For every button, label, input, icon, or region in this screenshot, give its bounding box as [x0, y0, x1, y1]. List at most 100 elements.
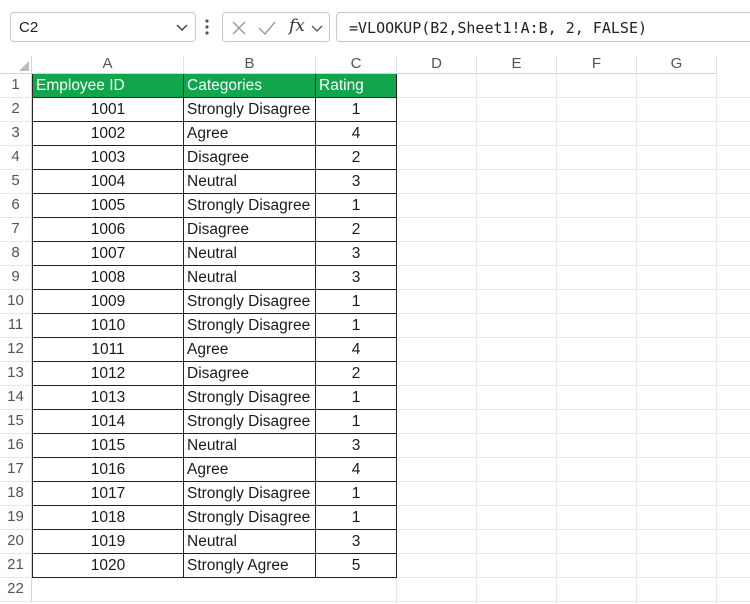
select-all-corner[interactable]	[0, 56, 32, 74]
table-cell[interactable]: Strongly Disagree	[184, 410, 316, 434]
table-cell[interactable]: Strongly Disagree	[184, 506, 316, 530]
table-cell[interactable]: 1006	[32, 218, 184, 242]
row-header-1[interactable]: 1	[0, 74, 32, 98]
row-header-9[interactable]: 9	[0, 266, 32, 290]
table-cell[interactable]: Agree	[184, 458, 316, 482]
table-cell[interactable]: 2	[316, 218, 397, 242]
formula-input[interactable]: =VLOOKUP(B2,Sheet1!A:B, 2, FALSE)	[336, 12, 750, 42]
chevron-down-icon[interactable]	[173, 18, 191, 36]
row-header-18[interactable]: 18	[0, 482, 32, 506]
column-header-f[interactable]: F	[557, 56, 637, 74]
table-cell[interactable]: 1	[316, 482, 397, 506]
table-cell[interactable]: 1001	[32, 98, 184, 122]
row-header-15[interactable]: 15	[0, 410, 32, 434]
table-cell[interactable]: Disagree	[184, 146, 316, 170]
fx-icon[interactable]: fx	[289, 16, 305, 36]
table-cell[interactable]: 1	[316, 290, 397, 314]
row-header-6[interactable]: 6	[0, 194, 32, 218]
table-cell[interactable]: 1	[316, 314, 397, 338]
column-header-e[interactable]: E	[477, 56, 557, 74]
table-cell[interactable]: 1	[316, 98, 397, 122]
close-icon[interactable]	[228, 17, 250, 39]
table-cell[interactable]: 1020	[32, 554, 184, 578]
row-header-10[interactable]: 10	[0, 290, 32, 314]
table-cell[interactable]: 1002	[32, 122, 184, 146]
chevron-down-icon[interactable]	[309, 17, 325, 39]
name-box[interactable]: C2	[10, 12, 196, 42]
table-cell[interactable]: 1019	[32, 530, 184, 554]
row-header-17[interactable]: 17	[0, 458, 32, 482]
table-cell[interactable]: Neutral	[184, 434, 316, 458]
table-header-cell[interactable]: Employee ID	[32, 74, 184, 98]
table-cell[interactable]: 2	[316, 362, 397, 386]
row-header-19[interactable]: 19	[0, 506, 32, 530]
table-cell[interactable]: 4	[316, 122, 397, 146]
table-cell[interactable]: 1007	[32, 242, 184, 266]
table-cell[interactable]: 1012	[32, 362, 184, 386]
table-cell[interactable]: Strongly Disagree	[184, 314, 316, 338]
table-cell[interactable]: 1	[316, 194, 397, 218]
table-cell[interactable]: Disagree	[184, 218, 316, 242]
row-header-11[interactable]: 11	[0, 314, 32, 338]
row-header-22[interactable]: 22	[0, 578, 32, 602]
table-cell[interactable]: 1015	[32, 434, 184, 458]
table-cell[interactable]: Neutral	[184, 242, 316, 266]
column-header-c[interactable]: C	[316, 56, 397, 74]
table-cell[interactable]: 2	[316, 146, 397, 170]
column-header-d[interactable]: D	[397, 56, 477, 74]
table-cell[interactable]: 4	[316, 458, 397, 482]
row-header-3[interactable]: 3	[0, 122, 32, 146]
table-header-cell[interactable]: Categories	[184, 74, 316, 98]
row-header-13[interactable]: 13	[0, 362, 32, 386]
column-header-b[interactable]: B	[184, 56, 316, 74]
table-cell[interactable]: 3	[316, 434, 397, 458]
table-cell[interactable]: Strongly Disagree	[184, 194, 316, 218]
table-cell[interactable]: 1013	[32, 386, 184, 410]
column-header-g[interactable]: G	[637, 56, 717, 74]
column-header-a[interactable]: A	[32, 56, 184, 74]
table-cell[interactable]: 1005	[32, 194, 184, 218]
table-cell[interactable]: Strongly Agree	[184, 554, 316, 578]
table-cell[interactable]: 1	[316, 410, 397, 434]
table-cell[interactable]: 1010	[32, 314, 184, 338]
table-cell[interactable]: 1017	[32, 482, 184, 506]
table-header-cell[interactable]: Rating	[316, 74, 397, 98]
table-cell[interactable]: 1004	[32, 170, 184, 194]
table-cell[interactable]: 4	[316, 338, 397, 362]
row-header-16[interactable]: 16	[0, 434, 32, 458]
table-cell[interactable]: 1011	[32, 338, 184, 362]
table-cell[interactable]: 1	[316, 506, 397, 530]
row-header-8[interactable]: 8	[0, 242, 32, 266]
more-options-icon[interactable]	[203, 16, 211, 38]
row-header-12[interactable]: 12	[0, 338, 32, 362]
row-header-2[interactable]: 2	[0, 98, 32, 122]
table-cell[interactable]: 1	[316, 386, 397, 410]
row-header-5[interactable]: 5	[0, 170, 32, 194]
table-cell[interactable]: 1018	[32, 506, 184, 530]
table-cell[interactable]: 1003	[32, 146, 184, 170]
table-cell[interactable]: 1009	[32, 290, 184, 314]
table-cell[interactable]: 5	[316, 554, 397, 578]
table-cell[interactable]: Neutral	[184, 266, 316, 290]
table-cell[interactable]: Strongly Disagree	[184, 482, 316, 506]
table-cell[interactable]: Neutral	[184, 170, 316, 194]
table-cell[interactable]: Agree	[184, 338, 316, 362]
row-header-7[interactable]: 7	[0, 218, 32, 242]
table-cell[interactable]: 1008	[32, 266, 184, 290]
table-cell[interactable]: 3	[316, 530, 397, 554]
check-icon[interactable]	[256, 17, 278, 39]
row-header-4[interactable]: 4	[0, 146, 32, 170]
row-header-21[interactable]: 21	[0, 554, 32, 578]
table-cell[interactable]: Strongly Disagree	[184, 290, 316, 314]
row-header-20[interactable]: 20	[0, 530, 32, 554]
table-cell[interactable]: Strongly Disagree	[184, 98, 316, 122]
table-cell[interactable]: Strongly Disagree	[184, 386, 316, 410]
table-cell[interactable]: 3	[316, 266, 397, 290]
table-cell[interactable]: Disagree	[184, 362, 316, 386]
table-cell[interactable]: 3	[316, 170, 397, 194]
table-cell[interactable]: 1016	[32, 458, 184, 482]
table-cell[interactable]: 3	[316, 242, 397, 266]
table-cell[interactable]: Neutral	[184, 530, 316, 554]
table-cell[interactable]: Agree	[184, 122, 316, 146]
row-header-14[interactable]: 14	[0, 386, 32, 410]
